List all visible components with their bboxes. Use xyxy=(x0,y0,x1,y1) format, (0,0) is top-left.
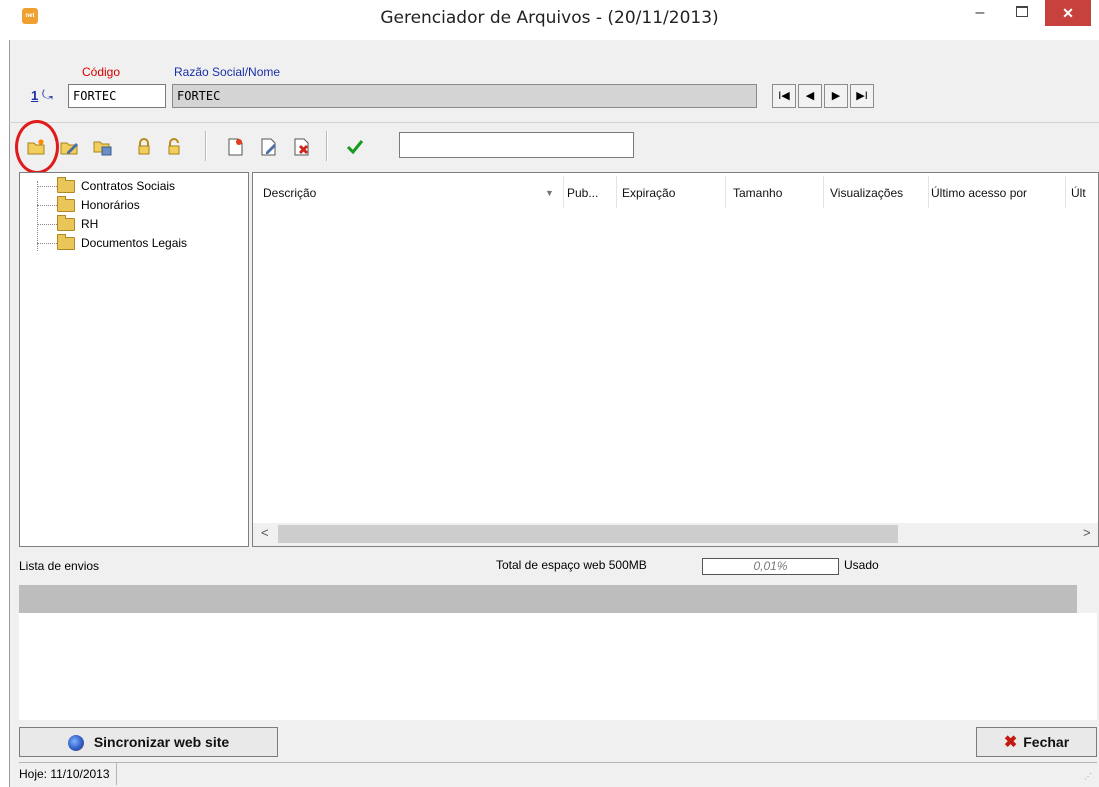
column-header-expiracao[interactable]: Expiração xyxy=(622,183,717,203)
scroll-right-arrow[interactable]: > xyxy=(1083,525,1091,540)
column-header-ultimo[interactable]: Últ xyxy=(1071,183,1097,203)
fechar-button[interactable]: ✖ Fechar xyxy=(976,727,1097,757)
tree-item-label: Documentos Legais xyxy=(81,236,188,250)
last-record-button[interactable]: ▶I xyxy=(850,84,874,108)
razao-social-label: Razão Social/Nome xyxy=(174,65,281,79)
next-record-button[interactable]: ▶ xyxy=(824,84,848,108)
confirm-icon[interactable] xyxy=(345,137,365,157)
upload-list-header xyxy=(19,585,1077,613)
web-space-label: Total de espaço web 500MB xyxy=(496,558,647,572)
maximize-icon xyxy=(1016,6,1028,17)
folder-icon xyxy=(57,234,75,251)
column-separator xyxy=(1065,176,1066,208)
sync-button-label: Sincronizar web site xyxy=(93,734,230,750)
highlight-circle xyxy=(15,120,59,174)
scrollbar-thumb[interactable] xyxy=(278,525,898,543)
file-grid xyxy=(252,172,1099,547)
upload-list-label: Lista de envios xyxy=(19,559,100,573)
tree-connector xyxy=(37,205,57,207)
upload-list xyxy=(19,613,1097,720)
unlock-icon[interactable] xyxy=(164,137,184,157)
prev-record-button[interactable]: ◀ xyxy=(798,84,822,108)
tree-connector xyxy=(37,243,57,245)
toolbar-divider xyxy=(9,122,1099,123)
sync-icon xyxy=(67,735,84,752)
edit-file-icon[interactable] xyxy=(259,137,279,157)
folder-icon xyxy=(57,196,75,213)
tree-item-label: Honorários xyxy=(81,198,140,212)
search-input[interactable] xyxy=(399,132,634,158)
toolbar-separator xyxy=(205,131,207,161)
column-separator xyxy=(928,176,929,208)
resize-grip-icon[interactable]: ⋰ xyxy=(1084,772,1094,782)
codigo-field[interactable]: FORTEC xyxy=(68,84,166,108)
window-title: Gerenciador de Arquivos - (20/11/2013) xyxy=(380,8,719,28)
maximize-button[interactable] xyxy=(1002,0,1042,26)
delete-folder-icon[interactable] xyxy=(93,137,113,157)
column-header-visualizacoes[interactable]: Visualizações xyxy=(830,183,925,203)
tree-connector xyxy=(37,186,57,188)
tree-vertical-line xyxy=(37,181,39,251)
tree-item-rh[interactable]: RH xyxy=(20,215,98,234)
lock-icon[interactable] xyxy=(134,137,154,157)
web-space-progress: 0,01% xyxy=(702,558,839,575)
close-window-button[interactable]: ✕ xyxy=(1045,0,1091,26)
tree-item-documentos-legais[interactable]: Documentos Legais xyxy=(20,234,187,253)
column-header-descricao[interactable]: Descrição xyxy=(263,183,533,203)
razao-social-field[interactable]: FORTEC xyxy=(172,84,757,108)
new-file-icon[interactable] xyxy=(226,137,246,157)
tree-item-label: Contratos Sociais xyxy=(81,179,176,193)
toolbar-separator xyxy=(326,131,328,161)
column-separator xyxy=(823,176,824,208)
sync-website-button[interactable]: Sincronizar web site xyxy=(19,727,278,757)
tree-item-label: RH xyxy=(81,217,99,231)
tree-item-contratos-sociais[interactable]: Contratos Sociais xyxy=(20,177,175,196)
codigo-label: Código xyxy=(82,65,121,79)
column-header-publicado[interactable]: Pub... xyxy=(567,183,617,203)
column-header-tamanho[interactable]: Tamanho xyxy=(733,183,818,203)
column-separator xyxy=(563,176,564,208)
status-bar: Hoje: 11/10/2013 xyxy=(19,762,1097,785)
web-space-used-label: Usado xyxy=(844,558,879,572)
scroll-left-arrow[interactable]: < xyxy=(261,525,269,540)
folder-icon xyxy=(57,215,75,232)
sort-down-icon[interactable]: ▼ xyxy=(545,183,557,203)
folder-icon xyxy=(57,177,75,194)
refresh-icon[interactable]: ⤿ xyxy=(42,87,58,102)
column-separator xyxy=(616,176,617,208)
folder-tree: Contratos Sociais Honorários RH Document… xyxy=(19,172,249,547)
close-x-icon: ✖ xyxy=(1003,734,1018,751)
tree-connector xyxy=(37,224,57,226)
fechar-label: Fechar xyxy=(1023,734,1070,750)
first-record-button[interactable]: I◀ xyxy=(772,84,796,108)
edit-folder-icon[interactable] xyxy=(59,137,79,157)
column-header-ultimo-acesso[interactable]: Último acesso por xyxy=(931,183,1061,203)
minimize-button[interactable]: – xyxy=(960,0,1000,26)
column-separator xyxy=(725,176,726,208)
today-date: Hoje: 11/10/2013 xyxy=(19,763,117,785)
record-index[interactable]: 1 xyxy=(31,88,38,103)
delete-file-icon[interactable] xyxy=(292,137,312,157)
